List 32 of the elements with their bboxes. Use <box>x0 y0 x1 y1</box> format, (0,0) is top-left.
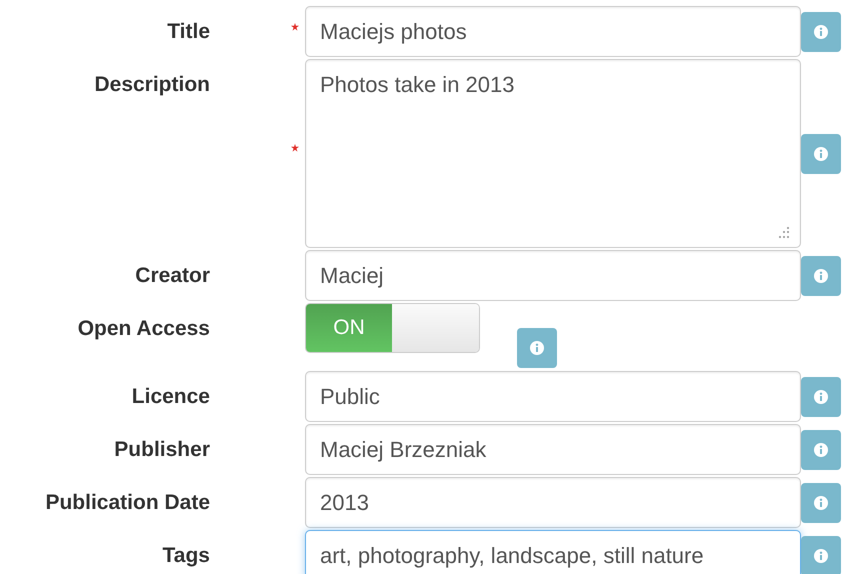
field-label: Tags <box>162 543 210 568</box>
info-icon <box>814 269 828 283</box>
text-field[interactable]: Public <box>305 371 801 422</box>
info-icon <box>530 341 544 355</box>
text-field[interactable]: 2013 <box>305 477 801 528</box>
text-field[interactable]: Maciejs photos <box>305 6 801 57</box>
text-field[interactable]: Maciej <box>305 250 801 301</box>
info-button[interactable] <box>801 536 841 574</box>
info-button[interactable] <box>801 377 841 417</box>
field-label: Open Access <box>78 316 210 341</box>
info-button[interactable] <box>801 12 841 52</box>
text-field[interactable]: Maciej Brzezniak <box>305 424 801 475</box>
info-button[interactable] <box>801 134 841 174</box>
text-area[interactable]: Photos take in 2013 <box>305 59 801 248</box>
field-label: Publication Date <box>45 490 210 515</box>
info-icon <box>814 443 828 457</box>
field-label: Title <box>167 19 210 44</box>
field-label: Licence <box>132 384 210 409</box>
info-icon <box>814 25 828 39</box>
field-label: Description <box>94 72 210 97</box>
info-icon <box>814 496 828 510</box>
field-label: Publisher <box>114 437 210 462</box>
text-field[interactable]: art, photography, landscape, still nature <box>305 530 801 574</box>
info-icon <box>814 147 828 161</box>
info-button[interactable] <box>517 328 557 368</box>
info-button[interactable] <box>801 256 841 296</box>
resize-grip-icon[interactable] <box>778 227 790 239</box>
info-icon <box>814 390 828 404</box>
info-button[interactable] <box>801 483 841 523</box>
info-icon <box>814 549 828 563</box>
field-label: Creator <box>135 263 210 288</box>
info-button[interactable] <box>801 430 841 470</box>
